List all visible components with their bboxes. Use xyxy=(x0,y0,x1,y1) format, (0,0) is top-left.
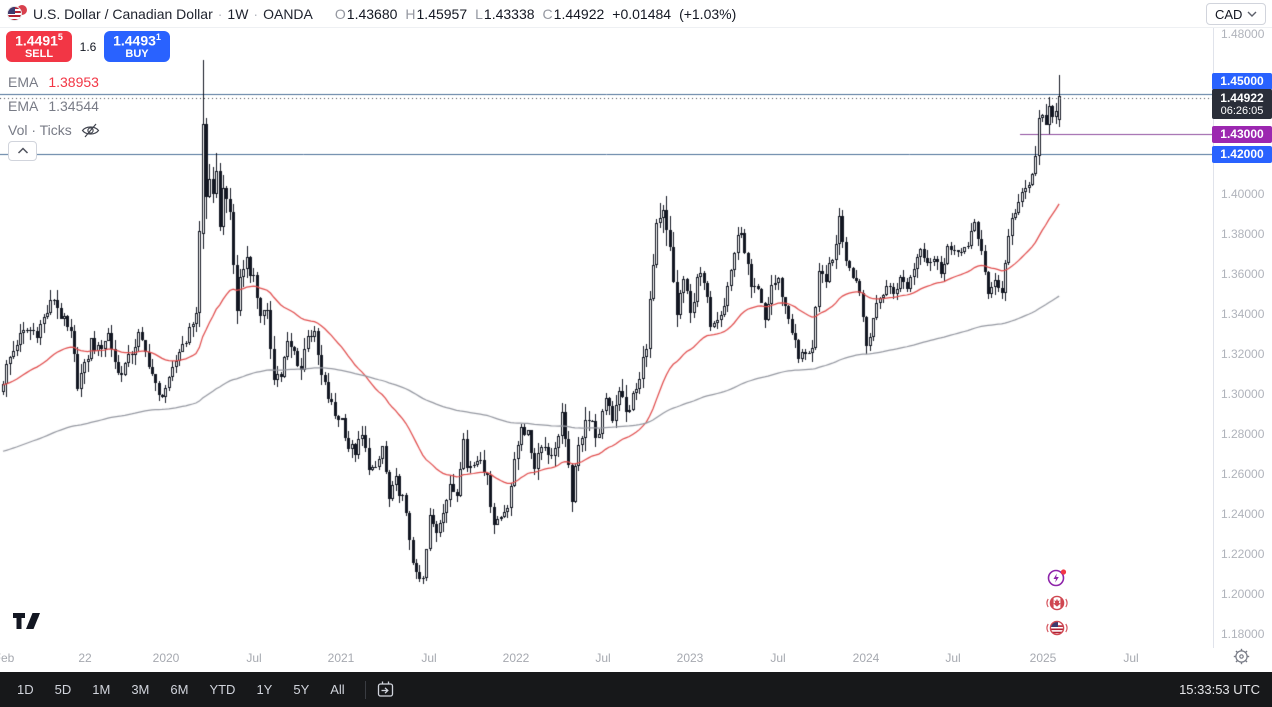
price-label-alert-143[interactable]: 1.43000 xyxy=(1212,126,1272,143)
range-button-6m[interactable]: 6M xyxy=(167,680,191,699)
canada-event-icon[interactable] xyxy=(1046,592,1068,614)
bottom-toolbar: 1D 5D 1M 3M 6M YTD 1Y 5Y All 15:33:53 UTC xyxy=(0,672,1272,707)
symbol-title[interactable]: U.S. Dollar / Canadian Dollar·1W·OANDA xyxy=(33,6,313,22)
price-change: +0.01484 xyxy=(612,6,671,22)
eye-off-icon xyxy=(81,122,100,139)
indicator-legend: EMA 1.38953 EMA 1.34544 Vol · Ticks xyxy=(8,70,100,142)
time-tick: Jul xyxy=(246,651,261,665)
price-tick: 1.40000 xyxy=(1221,187,1264,201)
price-tick: 1.48000 xyxy=(1221,27,1264,41)
spread-value: 1.6 xyxy=(72,40,104,54)
price-tick: 1.22000 xyxy=(1221,547,1264,561)
price-axis[interactable]: 1.48000 1.40000 1.38000 1.36000 1.34000 1.320… xyxy=(1213,28,1272,648)
price-tick: 1.28000 xyxy=(1221,427,1264,441)
interval-label: 1W xyxy=(227,6,248,22)
go-to-date-button[interactable] xyxy=(376,680,395,699)
tradingview-chart-app: U.S. Dollar / Canadian Dollar·1W·OANDA O… xyxy=(0,0,1272,707)
chevron-down-icon xyxy=(1247,11,1257,17)
price-tick: 1.18000 xyxy=(1221,627,1264,641)
time-axis[interactable]: Feb 22 2020 Jul 2021 Jul 2022 Jul 2023 Jul 2024 Jul… xyxy=(0,648,1213,668)
us-event-icon[interactable] xyxy=(1046,617,1068,639)
ema-fast-value: 1.38953 xyxy=(48,74,99,90)
price-tick: 1.36000 xyxy=(1221,267,1264,281)
tradingview-logo[interactable] xyxy=(12,611,42,637)
price-tick: 1.34000 xyxy=(1221,307,1264,321)
range-button-3m[interactable]: 3M xyxy=(128,680,152,699)
price-tick: 1.26000 xyxy=(1221,467,1264,481)
time-tick: Jul xyxy=(421,651,436,665)
range-button-5d[interactable]: 5D xyxy=(52,680,75,699)
us-flag-icon xyxy=(7,6,22,21)
collapse-legend-button[interactable] xyxy=(8,141,37,161)
axis-settings-gear-icon[interactable] xyxy=(1233,648,1251,666)
time-tick: 2022 xyxy=(503,651,530,665)
price-tick: 1.24000 xyxy=(1221,507,1264,521)
price-label-alert-142[interactable]: 1.42000 xyxy=(1212,146,1272,163)
price-chart-canvas[interactable] xyxy=(0,28,1213,648)
volume-row[interactable]: Vol · Ticks xyxy=(8,118,100,142)
exchange-label: OANDA xyxy=(263,6,313,22)
price-tick: 1.30000 xyxy=(1221,387,1264,401)
time-tick: 2024 xyxy=(853,651,880,665)
range-button-1d[interactable]: 1D xyxy=(14,680,37,699)
ema-slow-value: 1.34544 xyxy=(48,98,99,114)
time-tick: 2021 xyxy=(328,651,355,665)
range-button-all[interactable]: All xyxy=(327,680,347,699)
time-tick: 22 xyxy=(78,651,91,665)
volume-visibility-toggle[interactable] xyxy=(81,122,100,139)
time-tick: 2025 xyxy=(1030,651,1057,665)
clock-utc[interactable]: 15:33:53 UTC xyxy=(1179,672,1260,707)
symbol-pair-flags-icon xyxy=(6,4,28,23)
time-tick: Jul xyxy=(770,651,785,665)
chevron-up-icon xyxy=(17,147,29,155)
economic-events-icon[interactable] xyxy=(1046,567,1068,589)
price-change-pct: (+1.03%) xyxy=(679,6,736,22)
toolbar-divider xyxy=(365,681,366,699)
calendar-icon xyxy=(376,680,395,699)
ema-slow-row[interactable]: EMA 1.34544 xyxy=(8,94,100,118)
sell-button[interactable]: 1.44915 SELL xyxy=(6,31,72,62)
range-button-ytd[interactable]: YTD xyxy=(206,680,238,699)
ema-fast-row[interactable]: EMA 1.38953 xyxy=(8,70,100,94)
price-tick: 1.20000 xyxy=(1221,587,1264,601)
ohlc-readout: O1.43680 H1.45957 L1.43338 C1.44922 +0.0… xyxy=(327,6,736,22)
buy-button[interactable]: 1.44931 BUY xyxy=(104,31,170,62)
event-badges xyxy=(1046,567,1068,642)
range-button-1m[interactable]: 1M xyxy=(89,680,113,699)
price-label-current-price[interactable]: 1.4492206:26:05 xyxy=(1212,89,1272,119)
time-tick: Feb xyxy=(0,651,14,665)
range-button-1y[interactable]: 1Y xyxy=(253,680,275,699)
time-tick: Jul xyxy=(595,651,610,665)
price-tick: 1.32000 xyxy=(1221,347,1264,361)
time-tick: 2020 xyxy=(153,651,180,665)
chart-header: U.S. Dollar / Canadian Dollar·1W·OANDA O… xyxy=(0,0,1272,28)
currency-dropdown[interactable]: CAD xyxy=(1206,3,1266,25)
price-label-alert-145[interactable]: 1.45000 xyxy=(1212,73,1272,90)
time-tick: Jul xyxy=(945,651,960,665)
trade-widget: 1.44915 SELL 1.6 1.44931 BUY xyxy=(6,31,170,62)
time-tick: 2023 xyxy=(677,651,704,665)
range-button-5y[interactable]: 5Y xyxy=(290,680,312,699)
price-tick: 1.38000 xyxy=(1221,227,1264,241)
time-tick: Jul xyxy=(1123,651,1138,665)
